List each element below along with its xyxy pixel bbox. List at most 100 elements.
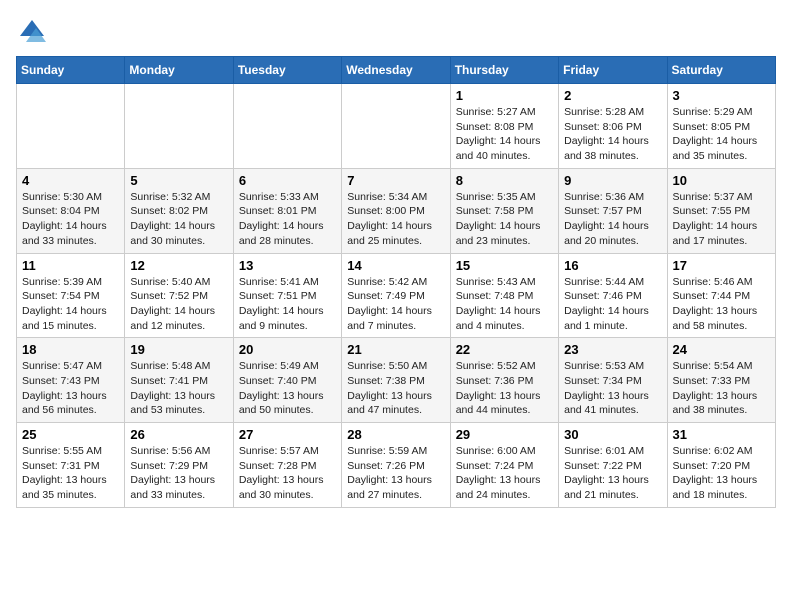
calendar-cell: 7 Sunrise: 5:34 AM Sunset: 8:00 PM Daylig…: [342, 168, 450, 253]
calendar-cell: 5 Sunrise: 5:32 AM Sunset: 8:02 PM Daylig…: [125, 168, 233, 253]
calendar-cell: 30 Sunrise: 6:01 AM Sunset: 7:22 PM Dayli…: [559, 423, 667, 508]
calendar-cell: 16 Sunrise: 5:44 AM Sunset: 7:46 PM Dayli…: [559, 253, 667, 338]
calendar-week-3: 11Sunrise: 5:39 AM Sunset: 7:54 PM Dayli…: [17, 253, 776, 338]
day-info: Sunrise: 5:53 AM Sunset: 7:34 PM Dayligh…: [564, 359, 661, 418]
days-header-row: SundayMondayTuesdayWednesdayThursdayFrid…: [17, 57, 776, 84]
day-info: Sunrise: 5:55 AM Sunset: 7:31 PM Dayligh…: [22, 444, 119, 503]
day-info: Sunrise: 5:47 AM Sunset: 7:43 PM Dayligh…: [22, 359, 119, 418]
calendar-cell: 11Sunrise: 5:39 AM Sunset: 7:54 PM Dayli…: [17, 253, 125, 338]
day-number: 5: [130, 173, 227, 188]
day-header-friday: Friday: [559, 57, 667, 84]
day-info: Sunrise: 5:33 AM Sunset: 8:01 PM Dayligh…: [239, 190, 336, 249]
day-number: 31: [673, 427, 770, 442]
day-info: Sunrise: 6:01 AM Sunset: 7:22 PM Dayligh…: [564, 444, 661, 503]
day-number: 26: [130, 427, 227, 442]
calendar-cell: 6 Sunrise: 5:33 AM Sunset: 8:01 PM Daylig…: [233, 168, 341, 253]
calendar-cell: 28Sunrise: 5:59 AM Sunset: 7:26 PM Dayli…: [342, 423, 450, 508]
day-info: Sunrise: 5:28 AM Sunset: 8:06 PM Dayligh…: [564, 105, 661, 164]
calendar-cell: 1 Sunrise: 5:27 AM Sunset: 8:08 PM Daylig…: [450, 84, 558, 169]
calendar-cell: 9 Sunrise: 5:36 AM Sunset: 7:57 PM Daylig…: [559, 168, 667, 253]
day-info: Sunrise: 5:43 AM Sunset: 7:48 PM Dayligh…: [456, 275, 553, 334]
day-number: 29: [456, 427, 553, 442]
day-info: Sunrise: 5:27 AM Sunset: 8:08 PM Dayligh…: [456, 105, 553, 164]
day-info: Sunrise: 5:29 AM Sunset: 8:05 PM Dayligh…: [673, 105, 770, 164]
day-number: 11: [22, 258, 119, 273]
day-info: Sunrise: 5:44 AM Sunset: 7:46 PM Dayligh…: [564, 275, 661, 334]
day-number: 6: [239, 173, 336, 188]
day-info: Sunrise: 5:41 AM Sunset: 7:51 PM Dayligh…: [239, 275, 336, 334]
calendar-cell: 13 Sunrise: 5:41 AM Sunset: 7:51 PM Dayli…: [233, 253, 341, 338]
day-number: 7: [347, 173, 444, 188]
calendar-cell: 17 Sunrise: 5:46 AM Sunset: 7:44 PM Dayli…: [667, 253, 775, 338]
day-info: Sunrise: 5:56 AM Sunset: 7:29 PM Dayligh…: [130, 444, 227, 503]
day-info: Sunrise: 5:57 AM Sunset: 7:28 PM Dayligh…: [239, 444, 336, 503]
day-info: Sunrise: 5:50 AM Sunset: 7:38 PM Dayligh…: [347, 359, 444, 418]
day-info: Sunrise: 5:34 AM Sunset: 8:00 PM Dayligh…: [347, 190, 444, 249]
calendar-cell: 26 Sunrise: 5:56 AM Sunset: 7:29 PM Dayli…: [125, 423, 233, 508]
day-number: 22: [456, 342, 553, 357]
day-info: Sunrise: 6:02 AM Sunset: 7:20 PM Dayligh…: [673, 444, 770, 503]
day-number: 21: [347, 342, 444, 357]
day-number: 23: [564, 342, 661, 357]
day-number: 12: [130, 258, 227, 273]
calendar-week-1: 1 Sunrise: 5:27 AM Sunset: 8:08 PM Daylig…: [17, 84, 776, 169]
calendar-cell: 2 Sunrise: 5:28 AM Sunset: 8:06 PM Daylig…: [559, 84, 667, 169]
day-number: 2: [564, 88, 661, 103]
day-info: Sunrise: 5:52 AM Sunset: 7:36 PM Dayligh…: [456, 359, 553, 418]
calendar-cell: 8 Sunrise: 5:35 AM Sunset: 7:58 PM Daylig…: [450, 168, 558, 253]
calendar-cell: 27 Sunrise: 5:57 AM Sunset: 7:28 PM Dayli…: [233, 423, 341, 508]
logo-icon: [16, 16, 48, 48]
calendar-week-5: 25 Sunrise: 5:55 AM Sunset: 7:31 PM Dayli…: [17, 423, 776, 508]
day-number: 1: [456, 88, 553, 103]
calendar-cell: 12 Sunrise: 5:40 AM Sunset: 7:52 PM Dayli…: [125, 253, 233, 338]
day-number: 27: [239, 427, 336, 442]
day-number: 4: [22, 173, 119, 188]
day-number: 30: [564, 427, 661, 442]
day-number: 15: [456, 258, 553, 273]
calendar-cell: 24Sunrise: 5:54 AM Sunset: 7:33 PM Dayli…: [667, 338, 775, 423]
calendar-cell: 4 Sunrise: 5:30 AM Sunset: 8:04 PM Daylig…: [17, 168, 125, 253]
calendar-cell: 31 Sunrise: 6:02 AM Sunset: 7:20 PM Dayli…: [667, 423, 775, 508]
calendar-cell: 21 Sunrise: 5:50 AM Sunset: 7:38 PM Dayli…: [342, 338, 450, 423]
calendar-table: SundayMondayTuesdayWednesdayThursdayFrid…: [16, 56, 776, 508]
day-header-saturday: Saturday: [667, 57, 775, 84]
day-number: 16: [564, 258, 661, 273]
calendar-cell: 14Sunrise: 5:42 AM Sunset: 7:49 PM Dayli…: [342, 253, 450, 338]
calendar-cell: [233, 84, 341, 169]
calendar-cell: 25 Sunrise: 5:55 AM Sunset: 7:31 PM Dayli…: [17, 423, 125, 508]
day-info: Sunrise: 6:00 AM Sunset: 7:24 PM Dayligh…: [456, 444, 553, 503]
calendar-cell: [342, 84, 450, 169]
day-number: 9: [564, 173, 661, 188]
day-number: 19: [130, 342, 227, 357]
calendar-cell: 22 Sunrise: 5:52 AM Sunset: 7:36 PM Dayli…: [450, 338, 558, 423]
calendar-cell: 15 Sunrise: 5:43 AM Sunset: 7:48 PM Dayli…: [450, 253, 558, 338]
calendar-week-4: 18 Sunrise: 5:47 AM Sunset: 7:43 PM Dayli…: [17, 338, 776, 423]
calendar-cell: [17, 84, 125, 169]
day-info: Sunrise: 5:32 AM Sunset: 8:02 PM Dayligh…: [130, 190, 227, 249]
day-number: 18: [22, 342, 119, 357]
calendar-cell: 20 Sunrise: 5:49 AM Sunset: 7:40 PM Dayli…: [233, 338, 341, 423]
page-header: [16, 16, 776, 48]
day-info: Sunrise: 5:54 AM Sunset: 7:33 PM Dayligh…: [673, 359, 770, 418]
day-header-tuesday: Tuesday: [233, 57, 341, 84]
day-number: 8: [456, 173, 553, 188]
logo: [16, 16, 52, 48]
day-header-monday: Monday: [125, 57, 233, 84]
day-number: 17: [673, 258, 770, 273]
day-number: 25: [22, 427, 119, 442]
day-info: Sunrise: 5:46 AM Sunset: 7:44 PM Dayligh…: [673, 275, 770, 334]
calendar-cell: 18 Sunrise: 5:47 AM Sunset: 7:43 PM Dayli…: [17, 338, 125, 423]
day-number: 3: [673, 88, 770, 103]
day-info: Sunrise: 5:49 AM Sunset: 7:40 PM Dayligh…: [239, 359, 336, 418]
day-info: Sunrise: 5:40 AM Sunset: 7:52 PM Dayligh…: [130, 275, 227, 334]
calendar-cell: 10Sunrise: 5:37 AM Sunset: 7:55 PM Dayli…: [667, 168, 775, 253]
day-number: 20: [239, 342, 336, 357]
day-header-thursday: Thursday: [450, 57, 558, 84]
day-number: 28: [347, 427, 444, 442]
day-number: 13: [239, 258, 336, 273]
day-info: Sunrise: 5:35 AM Sunset: 7:58 PM Dayligh…: [456, 190, 553, 249]
day-info: Sunrise: 5:36 AM Sunset: 7:57 PM Dayligh…: [564, 190, 661, 249]
day-info: Sunrise: 5:30 AM Sunset: 8:04 PM Dayligh…: [22, 190, 119, 249]
calendar-cell: 23 Sunrise: 5:53 AM Sunset: 7:34 PM Dayli…: [559, 338, 667, 423]
day-info: Sunrise: 5:48 AM Sunset: 7:41 PM Dayligh…: [130, 359, 227, 418]
